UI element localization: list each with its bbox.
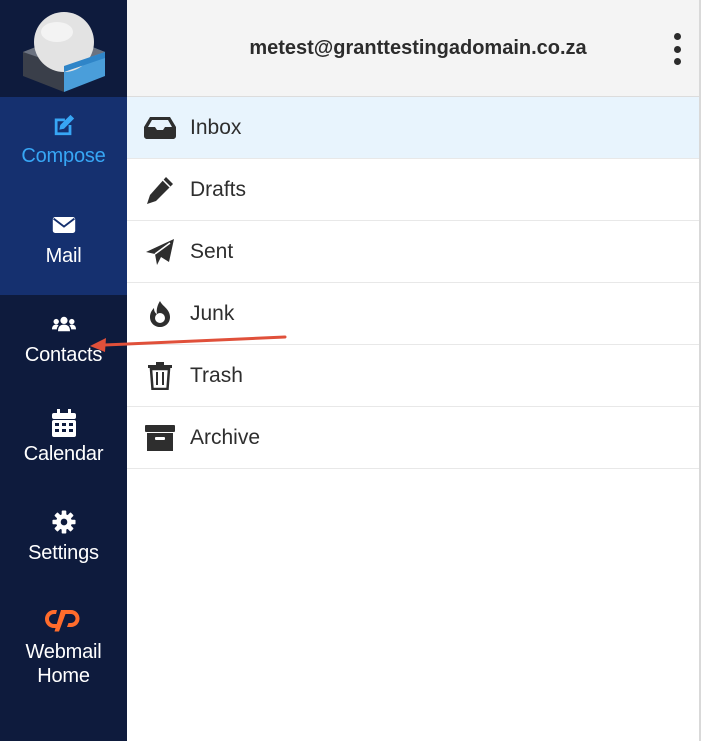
nav-compose-label: Compose (21, 145, 106, 167)
nav-webmail-home-label: Webmail Home (25, 641, 102, 687)
nav-settings[interactable]: Settings (0, 493, 127, 592)
folder-inbox-label: Inbox (190, 115, 242, 139)
paper-plane-icon (144, 238, 176, 266)
folder-sent-label: Sent (190, 239, 234, 263)
account-email: metest@granttestingadomain.co.za (249, 36, 587, 59)
kebab-dot-icon (673, 58, 681, 65)
folder-trash-label: Trash (190, 363, 243, 387)
gear-icon (51, 510, 76, 534)
sidebar: Compose Mail Contacts Calendar Settings … (0, 0, 127, 741)
more-options-button[interactable] (665, 33, 689, 65)
nav-mail-label: Mail (45, 245, 82, 267)
envelope-icon (52, 213, 76, 237)
folder-archive-label: Archive (190, 425, 261, 449)
nav-mail[interactable]: Mail (0, 196, 127, 295)
calendar-icon (51, 409, 76, 437)
folder-archive[interactable]: Archive (127, 407, 699, 469)
nav-calendar-label: Calendar (23, 443, 104, 465)
folder-drafts[interactable]: Drafts (127, 159, 699, 221)
fire-icon (144, 300, 176, 328)
folder-sent[interactable]: Sent (127, 221, 699, 283)
roundcube-logo[interactable] (0, 0, 127, 97)
kebab-dot-icon (673, 33, 681, 40)
pencil-icon (144, 176, 176, 204)
nav-settings-label: Settings (28, 542, 99, 564)
folder-list: Inbox Drafts Sent Junk Trash Archive (127, 97, 699, 469)
users-icon (51, 312, 76, 336)
nav-calendar[interactable]: Calendar (0, 394, 127, 493)
folder-inbox[interactable]: Inbox (127, 97, 699, 159)
folder-junk-label: Junk (190, 301, 235, 325)
kebab-dot-icon (673, 45, 681, 53)
folder-trash[interactable]: Trash (127, 345, 699, 407)
nav-webmail-home[interactable]: Webmail Home (0, 592, 127, 740)
nav-compose[interactable]: Compose (0, 97, 127, 196)
account-header: metest@granttestingadomain.co.za (127, 0, 699, 97)
archive-box-icon (144, 424, 176, 452)
inbox-icon (144, 114, 176, 142)
trash-icon (144, 361, 176, 390)
folder-drafts-label: Drafts (190, 177, 247, 201)
cpanel-icon (44, 606, 84, 634)
nav-contacts-label: Contacts (24, 344, 103, 366)
roundcube-logo-icon (22, 11, 105, 92)
compose-icon (52, 113, 76, 137)
nav-contacts[interactable]: Contacts (0, 295, 127, 394)
folder-junk[interactable]: Junk (127, 283, 699, 345)
